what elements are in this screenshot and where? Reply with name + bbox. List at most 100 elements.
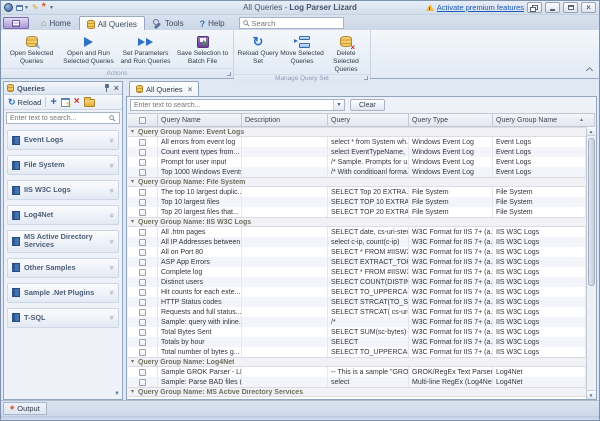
tab-home[interactable]: Home (33, 16, 79, 30)
delete-query-button[interactable]: × (74, 97, 80, 107)
move-selected-queries-button[interactable]: Move Selected Queries (280, 32, 324, 74)
row-checkbox[interactable] (139, 159, 146, 166)
scroll-down-icon[interactable]: ▼ (587, 390, 595, 399)
table-row[interactable]: Totals by hourSELECTW3C Format for IIS 7… (128, 337, 586, 347)
row-checkbox[interactable] (139, 379, 146, 386)
activate-premium-link[interactable]: Activate premium features (437, 3, 524, 12)
table-row[interactable]: Complete logSELECT * FROM #IISW3...W3C F… (128, 267, 586, 277)
select-all-checkbox[interactable] (139, 117, 146, 124)
row-checkbox[interactable] (139, 249, 146, 256)
table-row[interactable]: HTTP Status codesSELECT STRCAT(TO_ST...W… (128, 297, 586, 307)
table-row[interactable]: Sample: query with inline.../*W3C Format… (128, 317, 586, 327)
table-row[interactable]: Count event types from...select EventTyp… (128, 147, 586, 157)
row-checkbox[interactable] (139, 269, 146, 276)
panel-bottom-dropdown-icon[interactable]: ▼ (114, 391, 120, 397)
panel-close-icon[interactable]: × (114, 84, 119, 92)
sidebar-item-t-sql[interactable]: T-SQL» (7, 308, 119, 328)
tab-all-queries[interactable]: All Queries (79, 16, 145, 31)
table-row[interactable]: Requests and full status...SELECT STRCAT… (128, 307, 586, 317)
table-row[interactable]: Hit counts for each exte...SELECT TO_UPP… (128, 287, 586, 297)
reload-button[interactable]: ↻Reload (8, 98, 41, 107)
window-style-button[interactable]: ▼ (16, 5, 29, 11)
edit-icon[interactable]: ✎ (32, 4, 39, 12)
table-row[interactable]: Distinct usersSELECT COUNT(DISTINC...W3C… (128, 277, 586, 287)
open-and-run-selected-queries-button[interactable]: Open and Run Selected Queries (60, 32, 117, 68)
sidebar-item-other-samples[interactable]: Other Samples» (7, 258, 119, 278)
dialog-launcher-icon[interactable] (364, 76, 368, 80)
group-expand-icon[interactable]: ▾ (131, 129, 134, 135)
group-expand-icon[interactable]: ▾ (131, 179, 134, 185)
row-checkbox[interactable] (139, 349, 146, 356)
row-checkbox[interactable] (139, 189, 146, 196)
sidebar-item-sample-net-plugins[interactable]: Sample .Net Plugins» (7, 283, 119, 303)
scrollbar-thumb[interactable] (588, 138, 595, 286)
table-row[interactable]: All IP Addresses between...select c-ip, … (128, 237, 586, 247)
row-checkbox[interactable] (139, 279, 146, 286)
set-parameters-and-run-queries-button[interactable]: Set Parameters and Run Queries (117, 32, 174, 68)
sidebar-item-ms-active-directory-services[interactable]: MS Active Directory Services» (7, 230, 119, 253)
qat-customize-dropdown[interactable]: ▼ (49, 5, 54, 11)
row-checkbox[interactable] (139, 299, 146, 306)
open-selected-queries-button[interactable]: ✎ Open Selected Queries (3, 32, 60, 68)
table-row[interactable]: The top 10 largest duplic...SELECT Top 2… (128, 187, 586, 197)
fullscreen-button[interactable] (527, 2, 542, 13)
table-row[interactable]: Top 1000 Windows Events/* With conditioa… (128, 167, 586, 177)
row-checkbox[interactable] (139, 139, 146, 146)
minimize-button[interactable] (545, 2, 560, 13)
group-expand-icon[interactable]: ▾ (131, 359, 134, 365)
table-row[interactable]: All errors from event logselect * from S… (128, 137, 586, 147)
add-query-button[interactable]: + (50, 97, 56, 107)
sidebar-item-log4net[interactable]: Log4Net» (7, 205, 119, 225)
group-row[interactable]: ▾Query Group Name: Log4Net (128, 357, 586, 367)
tab-output[interactable]: * Output (3, 402, 47, 415)
edit-query-button[interactable]: ✎ (61, 98, 70, 107)
queries-search-input[interactable] (10, 115, 107, 122)
group-row[interactable]: ▾Query Group Name: Event Logs (128, 127, 586, 137)
vertical-scrollbar[interactable]: ▲ ▼ (586, 127, 595, 399)
reload-query-set-button[interactable]: ↻ Reload Query Set (236, 32, 280, 74)
ribbon-search-box[interactable] (239, 17, 344, 29)
maximize-button[interactable] (563, 2, 578, 13)
table-row[interactable]: Prompt for user input/* Sample. Prompts … (128, 157, 586, 167)
clear-button[interactable]: Clear (350, 99, 385, 111)
sidebar-item-event-logs[interactable]: Event Logs» (7, 130, 119, 150)
row-checkbox[interactable] (139, 209, 146, 216)
row-checkbox[interactable] (139, 319, 146, 326)
table-row[interactable]: ASP App ErrorsSELECT EXTRACT_TOKE...W3C … (128, 257, 586, 267)
sidebar-item-file-system[interactable]: File System» (7, 155, 119, 175)
delete-selected-queries-button[interactable]: × Delete Selected Queries (324, 32, 368, 74)
queries-panel-search[interactable] (6, 112, 120, 124)
folder-icon[interactable] (84, 99, 95, 107)
row-checkbox[interactable] (139, 229, 146, 236)
table-row[interactable]: Top 10 largest filesSELECT TOP 10 EXTRAC… (128, 197, 586, 207)
group-row[interactable]: ▾Query Group Name: MS Active Directory S… (128, 387, 586, 397)
ribbon-search-input[interactable] (252, 19, 340, 28)
row-checkbox[interactable] (139, 289, 146, 296)
sidebar-item-iis-w3c-logs[interactable]: IIS W3C Logs» (7, 180, 119, 200)
group-expand-icon[interactable]: ▾ (131, 389, 134, 395)
table-row[interactable]: All on Port 80SELECT * FROM #IISW3...W3C… (128, 247, 586, 257)
column-header-query[interactable]: Query (328, 114, 409, 126)
row-checkbox[interactable] (139, 329, 146, 336)
table-row[interactable]: Sample: Parse BAD files (...selectMulti-… (128, 377, 586, 387)
column-header-query-type[interactable]: Query Type (409, 114, 493, 126)
scroll-up-icon[interactable]: ▲ (587, 127, 595, 136)
column-header-query-name[interactable]: Query Name (158, 114, 242, 126)
filter-dropdown-icon[interactable]: ▼ (333, 100, 344, 110)
tab-help[interactable]: Help (192, 16, 233, 30)
row-checkbox[interactable] (139, 309, 146, 316)
tab-all-queries[interactable]: All Queries × (129, 81, 199, 96)
table-row[interactable]: Top 20 largest files that...SELECT TOP 2… (128, 207, 586, 217)
table-row[interactable]: Sample GROK Parser - LP...-- This is a s… (128, 367, 586, 377)
application-button[interactable] (3, 17, 29, 29)
group-row[interactable]: ▾Query Group Name: IIS W3C Logs (128, 217, 586, 227)
row-checkbox[interactable] (139, 149, 146, 156)
row-checkbox[interactable] (139, 199, 146, 206)
table-row[interactable]: Total number of bytes g...SELECT TO_UPPE… (128, 347, 586, 357)
collapse-ribbon-icon[interactable] (586, 67, 593, 74)
row-checkbox[interactable] (139, 369, 146, 376)
table-row[interactable]: Total Bytes SentSELECT SUM(sc-bytes) A..… (128, 327, 586, 337)
column-header-description[interactable]: Description (242, 114, 328, 126)
row-checkbox[interactable] (139, 339, 146, 346)
group-expand-icon[interactable]: ▾ (131, 219, 134, 225)
